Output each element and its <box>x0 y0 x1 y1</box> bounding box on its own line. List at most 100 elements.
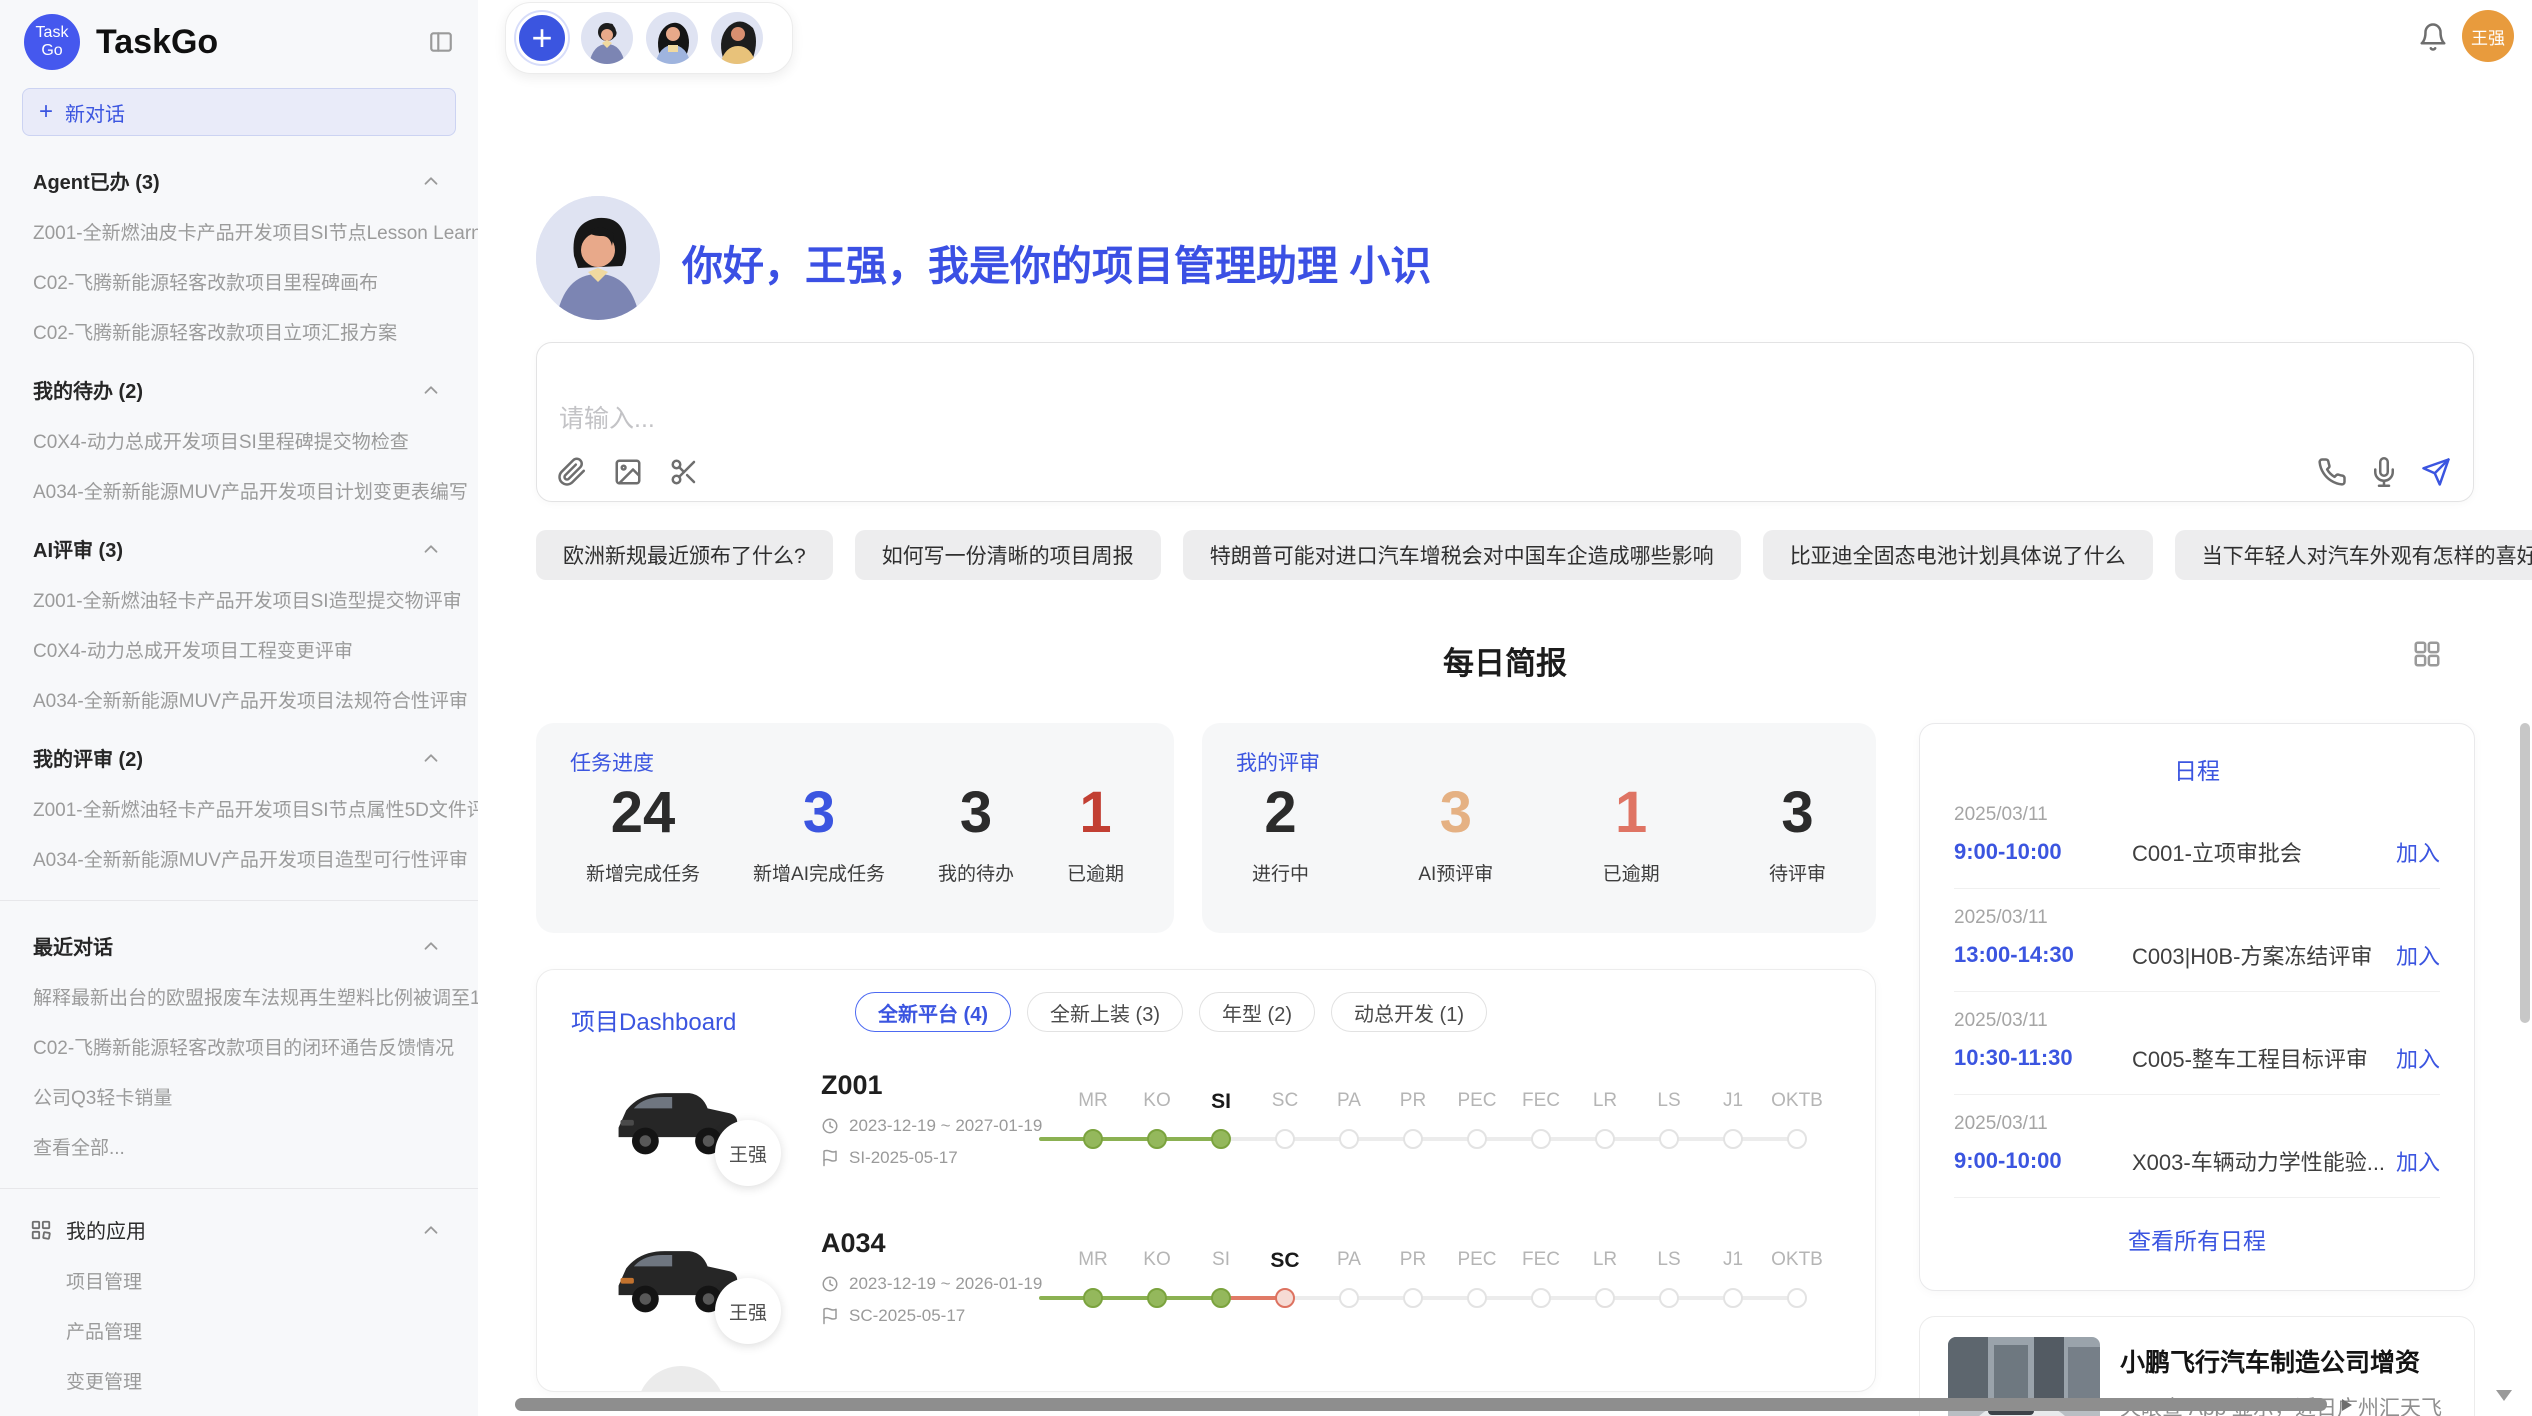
tab-model-year[interactable]: 年型 (2) <box>1199 992 1315 1032</box>
chevron-up-icon[interactable] <box>420 1219 442 1241</box>
milestone-label: PA <box>1317 1090 1381 1112</box>
agent-avatar-3[interactable] <box>711 12 763 64</box>
milestone-dot[interactable] <box>1595 1129 1615 1149</box>
agent-avatar-2[interactable] <box>646 12 698 64</box>
vertical-scrollbar[interactable] <box>2520 723 2530 1023</box>
section-ai-review[interactable]: AI评审 (3) <box>0 534 478 563</box>
scroll-right-arrow-icon[interactable] <box>2342 1399 2352 1411</box>
suggestion-chip[interactable]: 比亚迪全固态电池计划具体说了什么 <box>1763 530 2153 580</box>
sidebar-item-my-apps[interactable]: 我的应用 <box>0 1215 478 1244</box>
section-recent-chats[interactable]: 最近对话 <box>0 931 478 960</box>
task-item[interactable]: C02-飞腾新能源轻客改款项目里程碑画布 <box>0 268 478 295</box>
project-next-node: SC-2025-05-17 <box>821 1306 965 1326</box>
section-agent-done[interactable]: Agent已办 (3) <box>0 166 478 195</box>
milestone-dot[interactable] <box>1275 1288 1295 1308</box>
entry-time: 10:30-11:30 <box>1954 1045 2132 1071</box>
agent-avatar-1[interactable] <box>581 12 633 64</box>
join-meeting-link[interactable]: 加入 <box>2396 1042 2440 1074</box>
app-title: TaskGo <box>96 23 218 62</box>
suggestion-chip[interactable]: 欧洲新规最近颁布了什么? <box>536 530 833 580</box>
section-my-todo[interactable]: 我的待办 (2) <box>0 375 478 404</box>
send-icon[interactable] <box>2421 457 2451 487</box>
task-item[interactable]: Z001-全新燃油轻卡产品开发项目SI造型提交物评审 <box>0 586 478 613</box>
suggestion-chip[interactable]: 当下年轻人对汽车外观有怎样的喜好趋势 <box>2175 530 2532 580</box>
milestone-dot[interactable] <box>1083 1288 1103 1308</box>
view-all-schedule-link[interactable]: 查看所有日程 <box>1954 1222 2440 1256</box>
recent-chat-item[interactable]: 公司Q3轻卡销量 <box>0 1083 478 1110</box>
layout-grid-icon[interactable] <box>2412 639 2442 669</box>
recent-chat-item[interactable]: 解释最新出台的欧盟报废车法规再生塑料比例被调至15%... <box>0 983 478 1010</box>
section-my-review[interactable]: 我的评审 (2) <box>0 743 478 772</box>
milestone-label: PEC <box>1445 1249 1509 1271</box>
attachment-icon[interactable] <box>557 457 587 487</box>
entry-name: C003|H0B-方案冻结评审 <box>2132 939 2396 971</box>
milestone-dot[interactable] <box>1787 1129 1807 1149</box>
milestone-dot[interactable] <box>1467 1288 1487 1308</box>
new-chat-button[interactable]: + 新对话 <box>22 88 456 136</box>
milestone-dot[interactable] <box>1339 1129 1359 1149</box>
chevron-up-icon[interactable] <box>420 170 442 192</box>
task-item[interactable]: C0X4-动力总成开发项目工程变更评审 <box>0 636 478 663</box>
milestone-dot[interactable] <box>1531 1288 1551 1308</box>
phone-call-icon[interactable] <box>2317 457 2347 487</box>
task-item[interactable]: A034-全新新能源MUV产品开发项目法规符合性评审 <box>0 686 478 713</box>
task-item[interactable]: C02-飞腾新能源轻客改款项目立项汇报方案 <box>0 318 478 345</box>
task-item[interactable]: Z001-全新燃油轻卡产品开发项目SI节点属性5D文件评审 <box>0 795 478 822</box>
recent-chat-item[interactable]: C02-飞腾新能源轻客改款项目的闭环通告反馈情况 <box>0 1033 478 1060</box>
milestone-dot[interactable] <box>1147 1129 1167 1149</box>
project-code[interactable]: A034 <box>821 1228 886 1259</box>
task-item[interactable]: Z001-全新燃油皮卡产品开发项目SI节点Lesson Learn报告 <box>0 218 478 245</box>
scroll-down-arrow-icon[interactable] <box>2496 1390 2512 1401</box>
milestone-dot[interactable] <box>1595 1288 1615 1308</box>
milestone-dot[interactable] <box>1211 1129 1231 1149</box>
horizontal-scrollbar[interactable] <box>515 1398 2327 1411</box>
milestone-dot[interactable] <box>1403 1129 1423 1149</box>
notifications-bell-icon[interactable] <box>2418 22 2448 52</box>
add-agent-button[interactable]: + <box>516 12 568 64</box>
milestone-dot[interactable] <box>1723 1288 1743 1308</box>
image-upload-icon[interactable] <box>613 457 643 487</box>
tab-new-body[interactable]: 全新上装 (3) <box>1027 992 1183 1032</box>
entry-date: 2025/03/11 <box>1954 907 2440 929</box>
milestone-dot[interactable] <box>1083 1129 1103 1149</box>
task-item[interactable]: C0X4-动力总成开发项目SI里程碑提交物检查 <box>0 427 478 454</box>
sidebar-collapse-icon[interactable] <box>426 29 456 55</box>
view-all-chats-link[interactable]: 查看全部... <box>0 1133 478 1160</box>
app-link-change-mgmt[interactable]: 变更管理 <box>0 1367 478 1394</box>
milestone-dot[interactable] <box>1659 1288 1679 1308</box>
tab-new-platform[interactable]: 全新平台 (4) <box>855 992 1011 1032</box>
app-link-product-mgmt[interactable]: 产品管理 <box>0 1317 478 1344</box>
app-link-project-mgmt[interactable]: 项目管理 <box>0 1267 478 1294</box>
chevron-up-icon[interactable] <box>420 747 442 769</box>
chevron-up-icon[interactable] <box>420 379 442 401</box>
tab-powertrain[interactable]: 动总开发 (1) <box>1331 992 1487 1032</box>
chevron-up-icon[interactable] <box>420 935 442 957</box>
project-code[interactable]: Z001 <box>821 1070 883 1101</box>
join-meeting-link[interactable]: 加入 <box>2396 1145 2440 1177</box>
entry-name: C005-整车工程目标评审 <box>2132 1042 2396 1074</box>
join-meeting-link[interactable]: 加入 <box>2396 939 2440 971</box>
scissors-icon[interactable] <box>669 457 699 487</box>
chat-input[interactable] <box>559 405 2059 434</box>
milestone-dot[interactable] <box>1339 1288 1359 1308</box>
join-meeting-link[interactable]: 加入 <box>2396 836 2440 868</box>
milestone-dot[interactable] <box>1147 1288 1167 1308</box>
clock-icon <box>821 1275 839 1293</box>
chevron-up-icon[interactable] <box>420 538 442 560</box>
milestone-dot[interactable] <box>1723 1129 1743 1149</box>
task-item[interactable]: A034-全新新能源MUV产品开发项目造型可行性评审 <box>0 845 478 872</box>
suggestion-chip[interactable]: 特朗普可能对进口汽车增税会对中国车企造成哪些影响 <box>1183 530 1741 580</box>
milestone-dot[interactable] <box>1211 1288 1231 1308</box>
suggestion-chip[interactable]: 如何写一份清晰的项目周报 <box>855 530 1161 580</box>
stat-value: 3 <box>938 781 1014 845</box>
user-avatar[interactable]: 王强 <box>2462 10 2514 62</box>
microphone-icon[interactable] <box>2369 457 2399 487</box>
milestone-dot[interactable] <box>1275 1129 1295 1149</box>
milestone-dot[interactable] <box>1659 1129 1679 1149</box>
milestone-dot[interactable] <box>1531 1129 1551 1149</box>
milestone-dot[interactable] <box>1787 1288 1807 1308</box>
milestone-dot[interactable] <box>1467 1129 1487 1149</box>
milestone-dot[interactable] <box>1403 1288 1423 1308</box>
project-owner-badge: 王强 <box>715 1278 781 1344</box>
task-item[interactable]: A034-全新新能源MUV产品开发项目计划变更表编写 <box>0 477 478 504</box>
